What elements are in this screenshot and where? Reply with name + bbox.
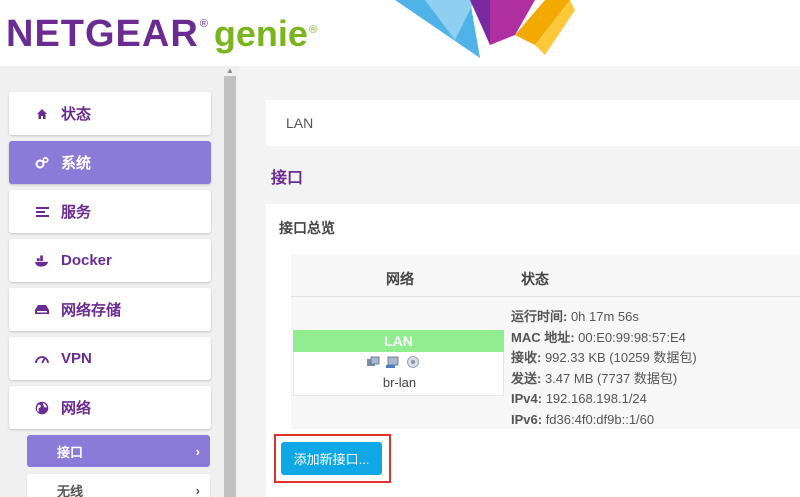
add-new-interface-button[interactable]: 添加新接口... <box>281 442 382 475</box>
sidebar-subitem-label: 无线 <box>57 483 84 497</box>
home-icon <box>35 107 49 121</box>
scrollbar-thumb[interactable] <box>224 76 236 497</box>
interface-name-badge: LAN <box>293 330 504 352</box>
main-content: LAN 接口 接口总览 网络 状态 LAN br-lan 运行时间: 0h 17… <box>238 66 800 497</box>
logo-genie-text: genie <box>213 13 308 54</box>
gears-icon <box>35 156 49 170</box>
status-ipv6: IPv6: fd36:4f0:df9b::1/60 <box>511 411 655 427</box>
sidebar: 状态 系统 服务 Docker 网络存储 VPN 网络 接口 › 无线 › <box>0 66 222 497</box>
interface-icons <box>366 355 420 369</box>
add-interface-highlight: 添加新接口... <box>274 434 391 483</box>
status-uptime: 运行时间: 0h 17m 56s <box>511 309 639 324</box>
sidebar-item-network-storage[interactable]: 网络存储 <box>9 288 211 331</box>
scroll-up-arrow-icon[interactable]: ▲ <box>226 66 234 75</box>
interface-device-box: br-lan <box>293 352 504 396</box>
sidebar-item-status[interactable]: 状态 <box>9 92 211 135</box>
page-title: 接口 <box>271 170 304 187</box>
sidebar-item-label: 网络 <box>61 400 92 417</box>
table-row-network-cell: LAN br-lan <box>293 330 504 396</box>
logo-netgear-text: NETGEAR <box>6 13 199 55</box>
list-icon <box>35 205 49 219</box>
status-received: 接收: 992.33 KB (10259 数据包) <box>511 350 697 365</box>
sidebar-item-label: VPN <box>61 350 92 367</box>
breadcrumb: LAN <box>266 100 800 146</box>
column-header-network: 网络 <box>386 271 414 287</box>
status-ipv4: IPv4: 192.168.198.1/24 <box>511 391 647 406</box>
sidebar-item-label: 网络存储 <box>61 302 122 319</box>
panel-title: 接口总览 <box>279 220 335 236</box>
sidebar-item-system[interactable]: 系统 <box>9 141 211 184</box>
storage-icon <box>35 303 49 317</box>
status-sent: 发送: 3.47 MB (7737 数据包) <box>511 370 678 386</box>
gauge-icon <box>35 352 49 366</box>
sidebar-item-label: 状态 <box>61 106 92 123</box>
sidebar-subitem-interfaces[interactable]: 接口 › <box>27 435 210 467</box>
interfaces-overview-panel: 接口总览 网络 状态 LAN br-lan 运行时间: 0h 17m 56s M… <box>266 204 800 497</box>
netgear-genie-logo: NETGEAR ® genie ® <box>6 13 318 55</box>
sidebar-item-label: 系统 <box>61 155 92 172</box>
header-decoration-icon <box>395 0 575 58</box>
logo-reg-mark: ® <box>199 18 208 30</box>
logo-reg-mark-2: ® <box>308 24 318 36</box>
header: NETGEAR ® genie ® <box>0 0 800 66</box>
sidebar-item-vpn[interactable]: VPN <box>9 337 211 380</box>
ethernet-port-icon <box>367 356 380 366</box>
sidebar-item-docker[interactable]: Docker <box>9 239 211 282</box>
interface-device-name: br-lan <box>382 375 417 390</box>
ethernet-port-icon-2 <box>386 356 399 368</box>
interface-status: 运行时间: 0h 17m 56s MAC 地址: 00:E0:99:98:57:… <box>511 307 697 430</box>
header-divider <box>291 296 800 297</box>
sidebar-subitem-wireless[interactable]: 无线 › <box>27 474 210 497</box>
sidebar-item-services[interactable]: 服务 <box>9 190 211 233</box>
breadcrumb-item-lan[interactable]: LAN <box>286 115 313 131</box>
chevron-right-icon: › <box>195 443 200 459</box>
docker-icon <box>35 254 49 268</box>
interfaces-table: 网络 状态 LAN br-lan 运行时间: 0h 17m 56s MAC 地址… <box>291 254 800 429</box>
wireless-icon <box>407 356 419 368</box>
sidebar-scrollbar[interactable]: ▲ <box>222 66 238 497</box>
chevron-right-icon: › <box>195 482 200 497</box>
globe-icon <box>35 401 49 415</box>
sidebar-subitem-label: 接口 <box>57 444 84 460</box>
column-header-status: 状态 <box>521 271 549 287</box>
sidebar-item-network[interactable]: 网络 <box>9 386 211 429</box>
sidebar-item-label: 服务 <box>61 204 92 221</box>
status-mac-address: MAC 地址: 00:E0:99:98:57:E4 <box>511 329 686 345</box>
sidebar-item-label: Docker <box>61 252 112 269</box>
